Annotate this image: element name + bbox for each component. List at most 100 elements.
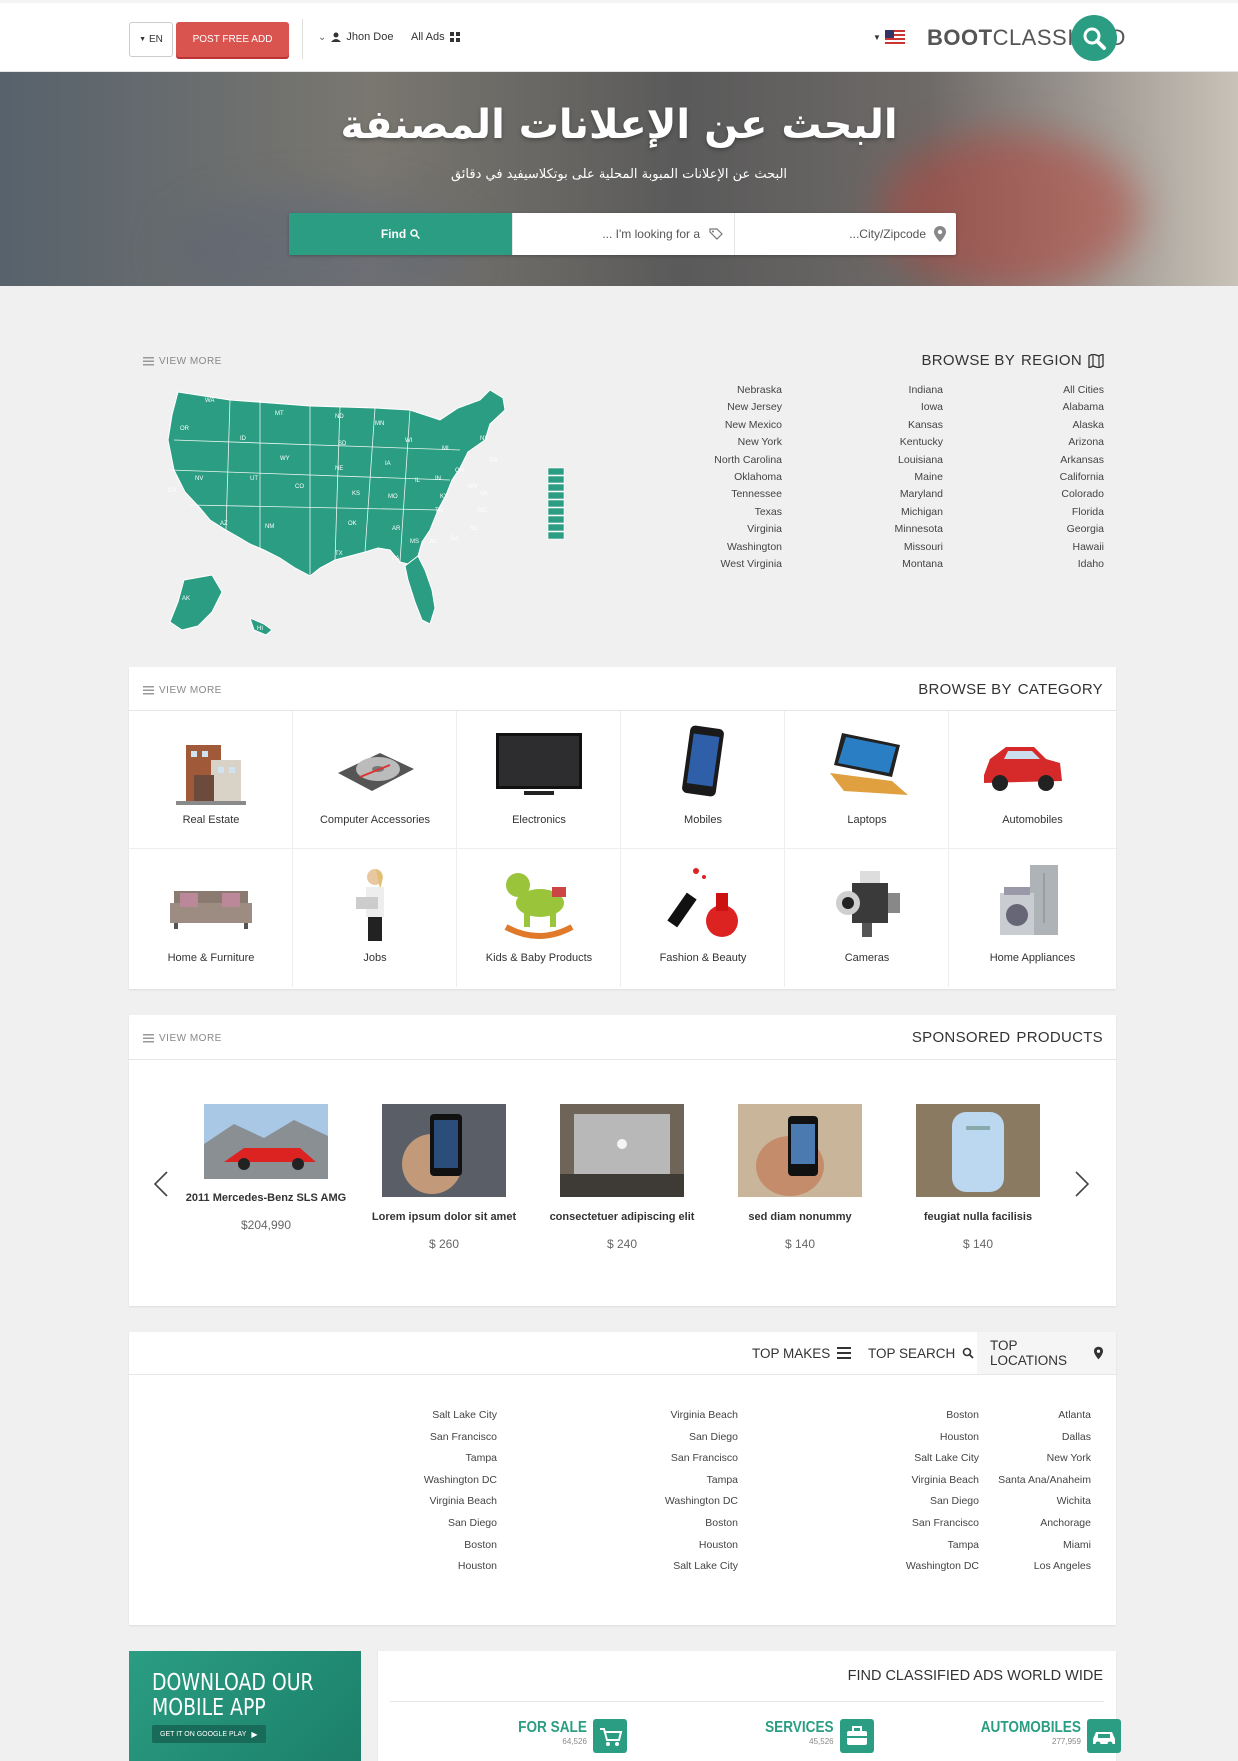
location-link[interactable]: New York (998, 1448, 1091, 1470)
location-link[interactable]: San Francisco (665, 1448, 738, 1470)
region-link[interactable]: Missouri (895, 539, 943, 556)
region-link[interactable]: Maine (895, 469, 943, 486)
location-link[interactable]: Houston (665, 1535, 738, 1557)
tab-top-locations[interactable]: TOP LOCATIONS (977, 1332, 1116, 1374)
location-link[interactable]: San Diego (665, 1427, 738, 1449)
user-menu[interactable]: ⌄ Jhon Doe (318, 31, 393, 43)
location-link[interactable]: Tampa (424, 1448, 497, 1470)
location-link[interactable]: Los Angeles (998, 1556, 1091, 1578)
region-link[interactable]: New Jersey (714, 399, 782, 416)
product-card[interactable]: feugiat nulla facilisis $ 140 (893, 1104, 1063, 1251)
region-link[interactable]: Kansas (895, 417, 943, 434)
region-link[interactable]: All Cities (1060, 382, 1104, 399)
us-map[interactable]: WA MT ND MN OR ID SD WI MI NY WY IA NE PA OH IL IN NV… (160, 380, 575, 640)
carousel-next-icon[interactable] (1074, 1170, 1090, 1198)
region-link[interactable]: Nebraska (714, 382, 782, 399)
location-link[interactable]: Dallas (998, 1427, 1091, 1449)
region-view-more[interactable]: VIEW MORE (143, 356, 222, 367)
region-link[interactable]: Alabama (1060, 399, 1104, 416)
category-laptops[interactable]: Laptops (785, 711, 949, 849)
region-link[interactable]: Florida (1060, 504, 1104, 521)
location-link[interactable]: Boston (424, 1535, 497, 1557)
product-card[interactable]: 2011 Mercedes-Benz SLS AMG $204,990 (181, 1104, 351, 1232)
region-link[interactable]: Alaska (1060, 417, 1104, 434)
location-link[interactable]: Virginia Beach (665, 1405, 738, 1427)
language-dropdown[interactable]: ▼ EN (129, 22, 173, 57)
region-link[interactable]: Washington (714, 539, 782, 556)
category-home-appliances[interactable]: Home Appliances (949, 849, 1116, 987)
location-link[interactable]: San Diego (424, 1513, 497, 1535)
location-link[interactable]: Washington DC (665, 1491, 738, 1513)
region-link[interactable]: Minnesota (895, 521, 943, 538)
all-ads-link[interactable]: All Ads (411, 31, 460, 43)
region-link[interactable]: Arkansas (1060, 452, 1104, 469)
product-card[interactable]: consectetuer adipiscing elit $ 240 (537, 1104, 707, 1251)
worldwide-for-sale[interactable]: FOR SALE 64,526 (506, 1719, 627, 1753)
keyword-input[interactable]: ... I'm looking for a (512, 213, 734, 255)
location-link[interactable]: Salt Lake City (906, 1448, 979, 1470)
category-real-estate[interactable]: Real Estate (129, 711, 293, 849)
location-link[interactable]: Houston (424, 1556, 497, 1578)
location-link[interactable]: Washington DC (424, 1470, 497, 1492)
category-cameras[interactable]: Cameras (785, 849, 949, 987)
location-link[interactable]: Washington DC (906, 1556, 979, 1578)
region-link[interactable]: North Carolina (714, 452, 782, 469)
category-kids-baby[interactable]: Kids & Baby Products (457, 849, 621, 987)
region-link[interactable]: Virginia (714, 521, 782, 538)
location-input[interactable]: ...City/Zipcode (734, 213, 956, 255)
category-view-more[interactable]: VIEW MORE (143, 685, 222, 696)
region-link[interactable]: Arizona (1060, 434, 1104, 451)
carousel-prev-icon[interactable] (153, 1170, 169, 1198)
location-link[interactable]: Boston (906, 1405, 979, 1427)
google-play-button[interactable]: GET IT ON GOOGLE PLAY ▶ (152, 1725, 266, 1743)
location-link[interactable]: Tampa (665, 1470, 738, 1492)
region-link[interactable]: Idaho (1060, 556, 1104, 573)
region-link[interactable]: Oklahoma (714, 469, 782, 486)
category-automobiles[interactable]: Automobiles (949, 711, 1116, 849)
location-link[interactable]: San Francisco (906, 1513, 979, 1535)
location-link[interactable]: Houston (906, 1427, 979, 1449)
region-link[interactable]: Tennessee (714, 486, 782, 503)
location-link[interactable]: Miami (998, 1535, 1091, 1557)
country-selector[interactable]: ▼ (873, 30, 905, 44)
region-link[interactable]: Texas (714, 504, 782, 521)
category-home-furniture[interactable]: Home & Furniture (129, 849, 293, 987)
product-card[interactable]: sed diam nonummy $ 140 (715, 1104, 885, 1251)
category-mobiles[interactable]: Mobiles (621, 711, 785, 849)
category-jobs[interactable]: Jobs (293, 849, 457, 987)
region-link[interactable]: Louisiana (895, 452, 943, 469)
sponsored-view-more[interactable]: VIEW MORE (143, 1033, 222, 1044)
location-link[interactable]: Salt Lake City (424, 1405, 497, 1427)
region-link[interactable]: Michigan (895, 504, 943, 521)
location-link[interactable]: San Diego (906, 1491, 979, 1513)
location-link[interactable]: San Francisco (424, 1427, 497, 1449)
location-link[interactable]: Santa Ana/Anaheim (998, 1470, 1091, 1492)
location-link[interactable]: Virginia Beach (424, 1491, 497, 1513)
search-logo-icon[interactable] (1071, 15, 1117, 61)
worldwide-automobiles[interactable]: AUTOMOBILES 277,959 (963, 1719, 1121, 1753)
worldwide-services[interactable]: SERVICES 45,526 (753, 1719, 874, 1753)
region-link[interactable]: New Mexico (714, 417, 782, 434)
region-link[interactable]: West Virginia (714, 556, 782, 573)
region-link[interactable]: Indiana (895, 382, 943, 399)
region-link[interactable]: Georgia (1060, 521, 1104, 538)
location-link[interactable]: Boston (665, 1513, 738, 1535)
region-link[interactable]: Hawaii (1060, 539, 1104, 556)
category-fashion-beauty[interactable]: Fashion & Beauty (621, 849, 785, 987)
location-link[interactable]: Tampa (906, 1535, 979, 1557)
tab-top-makes[interactable]: TOP MAKES (739, 1332, 864, 1374)
find-button[interactable]: Find (289, 213, 512, 255)
category-electronics[interactable]: Electronics (457, 711, 621, 849)
post-free-ad-button[interactable]: POST FREE ADD (176, 22, 289, 57)
location-link[interactable]: Anchorage (998, 1513, 1091, 1535)
tab-top-search[interactable]: TOP SEARCH (855, 1332, 987, 1374)
location-link[interactable]: Wichita (998, 1491, 1091, 1513)
category-computer-accessories[interactable]: Computer Accessories (293, 711, 457, 849)
location-link[interactable]: Virginia Beach (906, 1470, 979, 1492)
location-link[interactable]: Atlanta (998, 1405, 1091, 1427)
region-link[interactable]: Colorado (1060, 486, 1104, 503)
region-link[interactable]: Maryland (895, 486, 943, 503)
product-card[interactable]: Lorem ipsum dolor sit amet $ 260 (359, 1104, 529, 1251)
region-link[interactable]: Montana (895, 556, 943, 573)
region-link[interactable]: Kentucky (895, 434, 943, 451)
